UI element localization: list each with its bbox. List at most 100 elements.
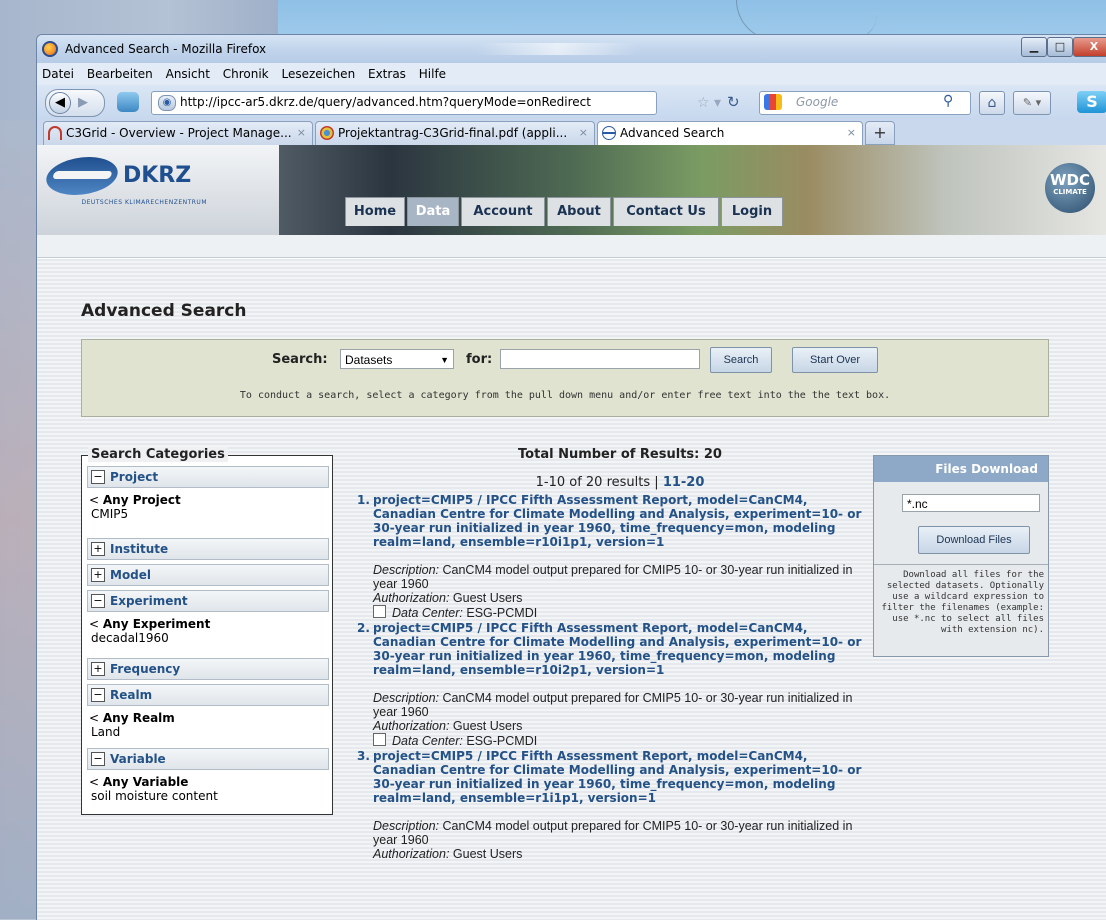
search-icon[interactable]: ⚲ (943, 93, 953, 109)
category-header[interactable]: + Frequency (87, 658, 329, 680)
expand-toggle-icon[interactable]: + (91, 568, 105, 582)
description-label: Description: (373, 691, 439, 705)
window-title: Advanced Search - Mozilla Firefox (65, 42, 267, 56)
pager-next-link[interactable]: 11-20 (663, 475, 705, 490)
home-icon[interactable]: ⌂ (979, 91, 1005, 115)
result-authorization: Authorization: Guest Users (373, 591, 865, 605)
minimize-button[interactable]: ▁ (1021, 37, 1047, 57)
forward-arrow-icon[interactable]: ▶ (78, 90, 88, 116)
nav-data[interactable]: Data (407, 197, 459, 226)
tab-label: C3Grid - Overview - Project Manage... (66, 126, 292, 140)
category-header[interactable]: − Variable (87, 748, 329, 770)
divider (874, 564, 1048, 565)
nav-login[interactable]: Login (721, 197, 783, 226)
dropdown-arrow-icon: ▼ (440, 355, 449, 365)
collapse-toggle-icon[interactable]: − (91, 752, 105, 766)
tab-c3grid[interactable]: C3Grid - Overview - Project Manage... × (43, 121, 313, 146)
category-header[interactable]: − Project (87, 466, 329, 488)
dkrz-logo-icon (40, 157, 124, 195)
any-project-link[interactable]: Any Project (103, 493, 181, 507)
tab-close-icon[interactable]: × (579, 126, 588, 139)
authorization-text: Guest Users (452, 591, 523, 605)
result-title-link[interactable]: project=CMIP5 / IPCC Fifth Assessment Re… (373, 749, 865, 805)
title-bar[interactable]: Advanced Search - Mozilla Firefox ▁ □ X (37, 35, 1106, 63)
search-label: Search: (272, 352, 328, 367)
menu-lesezeichen[interactable]: Lesezeichen (281, 67, 355, 81)
menu-datei[interactable]: Datei (42, 67, 74, 81)
result-authorization: Authorization: Guest Users (373, 719, 865, 733)
url-text[interactable]: http://ipcc-ar5.dkrz.de/query/advanced.h… (180, 95, 591, 109)
category-header[interactable]: + Institute (87, 538, 329, 560)
tab-close-icon[interactable]: × (297, 126, 306, 139)
results-pager: 1-10 of 20 results | 11-20 (357, 475, 883, 490)
result-title-link[interactable]: project=CMIP5 / IPCC Fifth Assessment Re… (373, 493, 865, 549)
tab-projektantrag[interactable]: Projektantrag-C3Grid-final.pdf (appli...… (315, 121, 595, 146)
selected-value: decadal1960 (91, 631, 169, 645)
category-institute: + Institute (87, 538, 329, 560)
category-header[interactable]: − Experiment (87, 590, 329, 612)
nav-about[interactable]: About (547, 197, 611, 226)
select-checkbox[interactable] (373, 605, 386, 618)
category-model: + Model (87, 564, 329, 586)
plugin-icon[interactable] (117, 92, 139, 112)
tab-advanced-search[interactable]: Advanced Search × (597, 121, 863, 147)
menu-extras[interactable]: Extras (368, 67, 406, 81)
result-number: 1. (357, 493, 370, 507)
skype-icon[interactable]: S (1077, 91, 1106, 113)
result-description: Description: CanCM4 model output prepare… (373, 819, 865, 847)
expand-toggle-icon[interactable]: + (91, 662, 105, 676)
select-checkbox[interactable] (373, 733, 386, 746)
title-glass-reflection (477, 43, 637, 55)
any-realm-link[interactable]: Any Realm (103, 711, 175, 725)
search-hint: To conduct a search, select a category f… (239, 390, 891, 401)
start-over-button[interactable]: Start Over (792, 347, 878, 373)
filename-pattern-input[interactable]: *.nc (902, 494, 1040, 512)
dkrz-logo[interactable]: DKRZ DEUTSCHES KLIMARECHENZENTRUM (37, 145, 279, 235)
wdc-climate-logo[interactable]: WDC CLIMATE (1045, 163, 1095, 213)
collapse-toggle-icon[interactable]: − (91, 594, 105, 608)
bookmark-star-icon[interactable]: ☆ ▾ (697, 95, 721, 111)
menu-chronik[interactable]: Chronik (223, 67, 269, 81)
tab-close-icon[interactable]: × (847, 126, 856, 139)
nav-account[interactable]: Account (461, 197, 545, 226)
category-name: Realm (110, 688, 153, 702)
url-bar[interactable]: ◉ http://ipcc-ar5.dkrz.de/query/advanced… (151, 91, 657, 115)
files-download-panel: Files Download *.nc Download Files Downl… (873, 455, 1049, 657)
c3grid-icon (48, 126, 62, 140)
files-download-title: Files Download (874, 456, 1048, 482)
web-search-bar[interactable]: Google (759, 91, 971, 115)
selected-value: Land (91, 725, 121, 739)
expand-toggle-icon[interactable]: + (91, 542, 105, 556)
new-tab-button[interactable]: + (865, 121, 895, 145)
header-band (37, 235, 1106, 258)
close-button[interactable]: X (1073, 37, 1106, 57)
search-categories: Search Categories − Project < Any Project… (81, 447, 333, 815)
addon-menu-button[interactable]: ✎ ▾ (1013, 91, 1051, 115)
site-identity-icon[interactable]: ◉ (158, 95, 176, 111)
back-arrow-icon[interactable]: ◀ (49, 92, 71, 114)
result-description: Description: CanCM4 model output prepare… (373, 691, 865, 719)
data-center-text: ESG-PCMDI (466, 606, 538, 620)
reload-icon[interactable]: ↻ (727, 93, 740, 111)
download-files-button[interactable]: Download Files (918, 526, 1030, 554)
any-variable-link[interactable]: Any Variable (103, 775, 189, 789)
collapse-toggle-icon[interactable]: − (91, 688, 105, 702)
page-title: Advanced Search (81, 301, 247, 321)
search-input[interactable] (500, 349, 700, 369)
menu-hilfe[interactable]: Hilfe (419, 67, 446, 81)
nav-contact-us[interactable]: Contact Us (613, 197, 719, 226)
result-title-link[interactable]: project=CMIP5 / IPCC Fifth Assessment Re… (373, 621, 865, 677)
collapse-toggle-icon[interactable]: − (91, 470, 105, 484)
search-button[interactable]: Search (710, 347, 772, 373)
menu-ansicht[interactable]: Ansicht (166, 67, 210, 81)
authorization-label: Authorization: (373, 719, 450, 733)
google-engine-icon[interactable] (764, 94, 782, 110)
any-experiment-link[interactable]: Any Experiment (103, 617, 210, 631)
data-center-label: Data Center: (392, 606, 463, 620)
category-select[interactable]: Datasets ▼ (340, 349, 454, 369)
menu-bearbeiten[interactable]: Bearbeiten (87, 67, 153, 81)
category-header[interactable]: + Model (87, 564, 329, 586)
maximize-button[interactable]: □ (1047, 37, 1073, 57)
nav-home[interactable]: Home (345, 197, 405, 226)
category-header[interactable]: − Realm (87, 684, 329, 706)
